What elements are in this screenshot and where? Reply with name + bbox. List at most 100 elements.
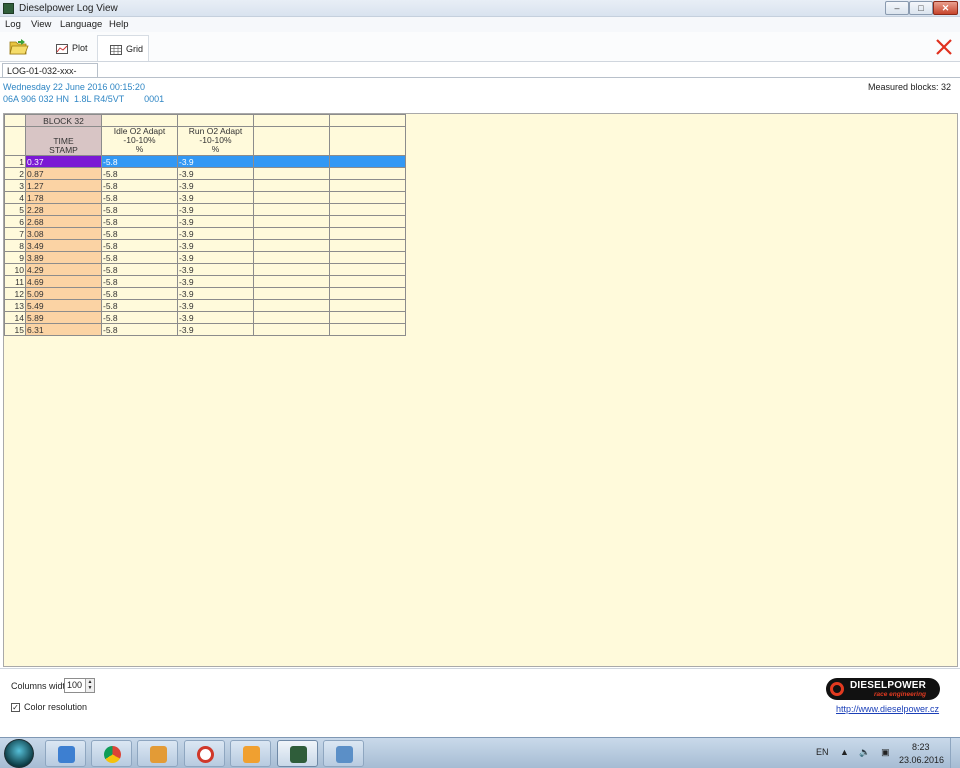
empty-cell[interactable] [253, 191, 330, 204]
tray-icons[interactable]: ▲ 🔈 ▣ [840, 747, 894, 758]
row-number[interactable]: 14 [4, 311, 26, 324]
color-resolution-checkbox[interactable]: ✓ [11, 703, 20, 712]
idle-o2-cell[interactable]: -5.8 [101, 227, 178, 240]
timestamp-cell[interactable]: 1.78 [25, 191, 102, 204]
menu-help[interactable]: Help [109, 19, 129, 30]
timestamp-cell[interactable]: 3.08 [25, 227, 102, 240]
empty-cell[interactable] [253, 299, 330, 312]
row-number[interactable]: 1 [4, 155, 26, 168]
column-header-idle-o2[interactable]: Idle O2 Adapt -10-10% % [101, 126, 178, 156]
table-row[interactable]: 12 5.09 -5.8 -3.9 [4, 287, 406, 300]
idle-o2-cell[interactable]: -5.8 [101, 287, 178, 300]
table-row[interactable]: 8 3.49 -5.8 -3.9 [4, 239, 406, 252]
timestamp-cell[interactable]: 1.27 [25, 179, 102, 192]
empty-cell[interactable] [329, 179, 406, 192]
empty-cell[interactable] [329, 167, 406, 180]
row-number[interactable]: 15 [4, 323, 26, 336]
menu-log[interactable]: Log [5, 19, 21, 30]
table-row[interactable]: 11 4.69 -5.8 -3.9 [4, 275, 406, 288]
language-indicator[interactable]: EN [816, 747, 829, 757]
row-number[interactable]: 8 [4, 239, 26, 252]
table-row[interactable]: 4 1.78 -5.8 -3.9 [4, 191, 406, 204]
table-row[interactable]: 5 2.28 -5.8 -3.9 [4, 203, 406, 216]
row-number[interactable]: 6 [4, 215, 26, 228]
run-o2-cell[interactable]: -3.9 [177, 251, 254, 264]
empty-cell[interactable] [329, 191, 406, 204]
idle-o2-cell[interactable]: -5.8 [101, 167, 178, 180]
menu-language[interactable]: Language [60, 19, 102, 30]
table-row[interactable]: 7 3.08 -5.8 -3.9 [4, 227, 406, 240]
empty-cell[interactable] [329, 203, 406, 216]
menu-view[interactable]: View [31, 19, 51, 30]
clock-time[interactable]: 8:23 [912, 742, 930, 752]
timestamp-cell[interactable]: 0.37 [25, 155, 102, 168]
taskbar-dieselpower[interactable] [277, 740, 318, 767]
empty-cell[interactable] [253, 323, 330, 336]
column-header-timestamp[interactable]: TIME STAMP [25, 126, 102, 156]
taskbar-chrome[interactable] [91, 740, 132, 767]
run-o2-cell[interactable]: -3.9 [177, 227, 254, 240]
table-row[interactable]: 3 1.27 -5.8 -3.9 [4, 179, 406, 192]
table-row[interactable]: 13 5.49 -5.8 -3.9 [4, 299, 406, 312]
run-o2-cell[interactable]: -3.9 [177, 311, 254, 324]
table-row[interactable]: 9 3.89 -5.8 -3.9 [4, 251, 406, 264]
idle-o2-cell[interactable]: -5.8 [101, 323, 178, 336]
taskbar-files[interactable] [137, 740, 178, 767]
idle-o2-cell[interactable]: -5.8 [101, 263, 178, 276]
timestamp-cell[interactable]: 3.49 [25, 239, 102, 252]
run-o2-cell[interactable]: -3.9 [177, 155, 254, 168]
idle-o2-cell[interactable]: -5.8 [101, 299, 178, 312]
maximize-button[interactable]: □ [909, 1, 933, 15]
run-o2-cell[interactable]: -3.9 [177, 191, 254, 204]
run-o2-cell[interactable]: -3.9 [177, 323, 254, 336]
idle-o2-cell[interactable]: -5.8 [101, 251, 178, 264]
idle-o2-cell[interactable]: -5.8 [101, 179, 178, 192]
idle-o2-cell[interactable]: -5.8 [101, 155, 178, 168]
run-o2-cell[interactable]: -3.9 [177, 263, 254, 276]
empty-cell[interactable] [253, 275, 330, 288]
empty-cell[interactable] [329, 323, 406, 336]
idle-o2-cell[interactable]: -5.8 [101, 191, 178, 204]
empty-cell[interactable] [329, 311, 406, 324]
idle-o2-cell[interactable]: -5.8 [101, 215, 178, 228]
timestamp-cell[interactable]: 3.89 [25, 251, 102, 264]
empty-cell[interactable] [253, 227, 330, 240]
empty-cell[interactable] [329, 251, 406, 264]
timestamp-cell[interactable]: 5.49 [25, 299, 102, 312]
run-o2-cell[interactable]: -3.9 [177, 239, 254, 252]
timestamp-cell[interactable]: 4.29 [25, 263, 102, 276]
timestamp-cell[interactable]: 4.69 [25, 275, 102, 288]
row-number[interactable]: 5 [4, 203, 26, 216]
timestamp-cell[interactable]: 5.89 [25, 311, 102, 324]
run-o2-cell[interactable]: -3.9 [177, 287, 254, 300]
empty-cell[interactable] [253, 263, 330, 276]
taskbar-ccleaner[interactable] [184, 740, 225, 767]
file-tab[interactable]: LOG-01-032-xxx-xxx.CSV [2, 63, 98, 86]
row-number[interactable]: 12 [4, 287, 26, 300]
timestamp-cell[interactable]: 6.31 [25, 323, 102, 336]
table-row[interactable]: 15 6.31 -5.8 -3.9 [4, 323, 406, 336]
grid-tab-button[interactable]: Grid [97, 35, 149, 61]
empty-cell[interactable] [329, 227, 406, 240]
empty-cell[interactable] [253, 155, 330, 168]
idle-o2-cell[interactable]: -5.8 [101, 275, 178, 288]
row-number[interactable]: 2 [4, 167, 26, 180]
run-o2-cell[interactable]: -3.9 [177, 167, 254, 180]
empty-cell[interactable] [253, 239, 330, 252]
empty-cell[interactable] [253, 311, 330, 324]
start-button[interactable] [4, 739, 34, 768]
row-number[interactable]: 9 [4, 251, 26, 264]
run-o2-cell[interactable]: -3.9 [177, 275, 254, 288]
timestamp-cell[interactable]: 2.28 [25, 203, 102, 216]
column-header-run-o2[interactable]: Run O2 Adapt -10-10% % [177, 126, 254, 156]
close-window-button[interactable]: ✕ [933, 1, 958, 15]
row-number[interactable]: 13 [4, 299, 26, 312]
show-desktop-button[interactable] [950, 738, 960, 768]
run-o2-cell[interactable]: -3.9 [177, 299, 254, 312]
empty-cell[interactable] [329, 287, 406, 300]
idle-o2-cell[interactable]: -5.8 [101, 203, 178, 216]
run-o2-cell[interactable]: -3.9 [177, 179, 254, 192]
timestamp-cell[interactable]: 2.68 [25, 215, 102, 228]
empty-cell[interactable] [253, 179, 330, 192]
row-number[interactable]: 10 [4, 263, 26, 276]
